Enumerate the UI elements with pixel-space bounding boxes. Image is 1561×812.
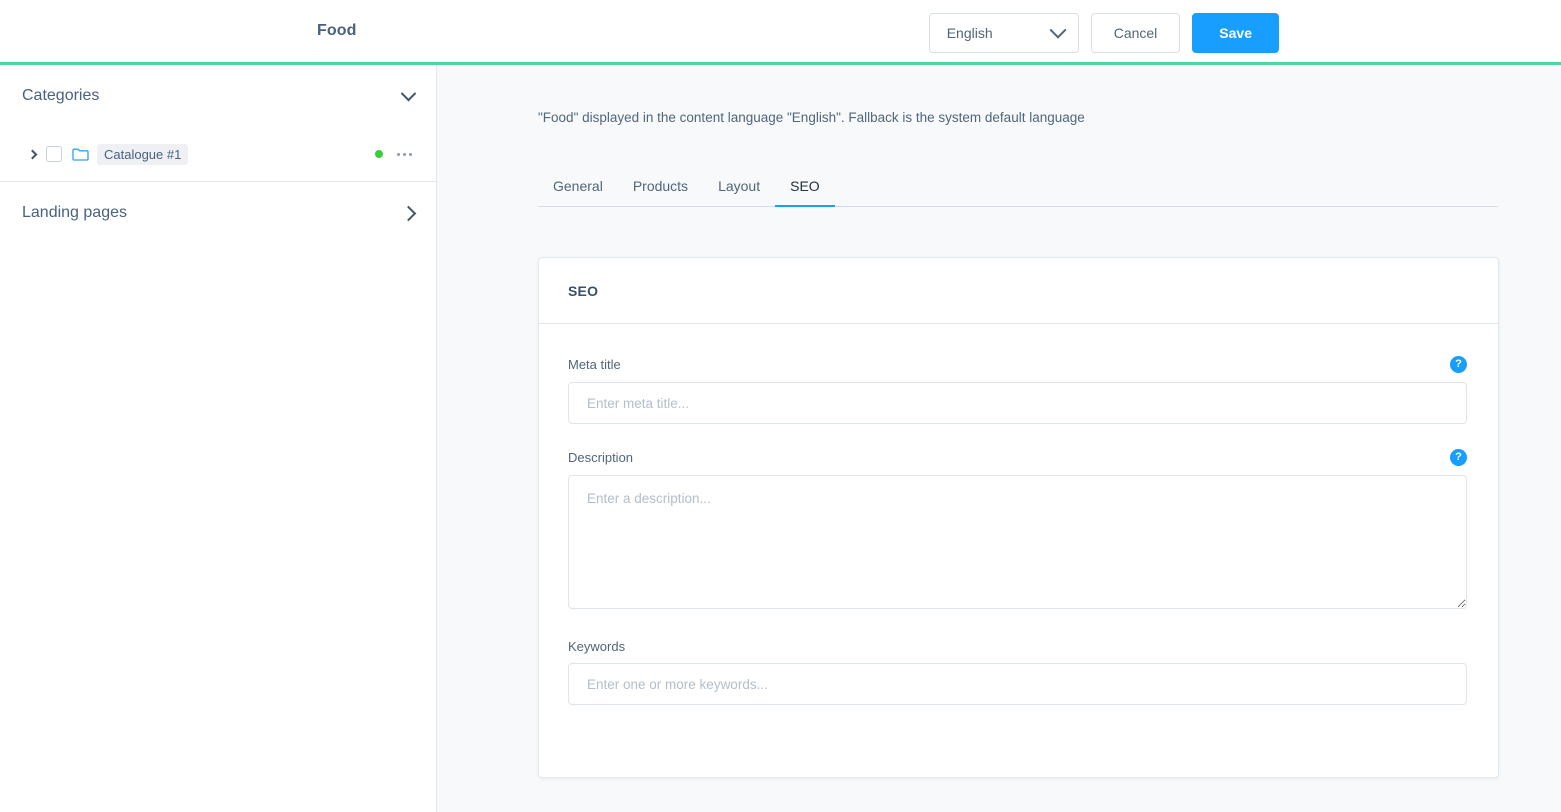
tree-item-checkbox[interactable]: [46, 146, 62, 162]
seo-card-title: SEO: [539, 258, 1498, 324]
cancel-button[interactable]: Cancel: [1090, 13, 1181, 53]
tab-bar: General Products Layout SEO: [538, 167, 1498, 207]
chevron-down-icon[interactable]: [400, 85, 417, 101]
field-keywords: Keywords: [568, 639, 1467, 705]
sidebar-section-categories[interactable]: Categories: [0, 65, 436, 127]
app-header: Food English Cancel Save: [0, 0, 1561, 65]
tab-layout[interactable]: Layout: [703, 178, 775, 207]
chevron-right-icon: [27, 149, 37, 159]
folder-icon: [72, 147, 89, 161]
field-description-label: Description: [568, 450, 634, 465]
tree-item-label: Catalogue #1: [97, 143, 189, 165]
sidebar-section-categories-label: Categories: [22, 87, 100, 104]
tab-products[interactable]: Products: [618, 178, 703, 207]
tree-expand-toggle[interactable]: [24, 149, 40, 159]
help-icon[interactable]: ?: [1450, 356, 1467, 373]
language-fallback-note: "Food" displayed in the content language…: [538, 110, 1085, 125]
field-keywords-label: Keywords: [568, 639, 626, 654]
field-description-head: Description ?: [568, 449, 1467, 466]
language-select-value: English: [946, 25, 993, 41]
field-meta-title-head: Meta title ?: [568, 356, 1467, 373]
keywords-input[interactable]: [568, 663, 1467, 705]
field-meta-title: Meta title ?: [568, 356, 1467, 424]
tab-seo[interactable]: SEO: [775, 178, 835, 207]
description-textarea[interactable]: [568, 475, 1467, 609]
category-tree: Catalogue #1: [0, 127, 436, 181]
main-content: "Food" displayed in the content language…: [437, 65, 1561, 812]
field-keywords-head: Keywords: [568, 639, 1467, 654]
meta-title-input[interactable]: [568, 382, 1467, 424]
sidebar-section-landing-pages-label: Landing pages: [22, 204, 127, 221]
field-description: Description ?: [568, 449, 1467, 614]
page-title: Food: [317, 22, 357, 39]
sidebar: Categories Catalogue #1 Landing pages: [0, 65, 437, 812]
seo-card: SEO Meta title ? Description ? Keywords: [538, 257, 1499, 778]
header-actions: English Cancel Save: [928, 13, 1279, 53]
language-select[interactable]: English: [928, 13, 1079, 53]
help-icon[interactable]: ?: [1450, 449, 1467, 466]
seo-card-body: Meta title ? Description ? Keywords: [539, 324, 1498, 705]
chevron-right-icon[interactable]: [400, 205, 417, 221]
ellipsis-icon[interactable]: [395, 149, 414, 160]
field-meta-title-label: Meta title: [568, 357, 621, 372]
tree-item-catalogue-1[interactable]: Catalogue #1: [0, 137, 436, 171]
sidebar-section-landing-pages[interactable]: Landing pages: [0, 182, 436, 244]
status-badge: [375, 150, 383, 158]
chevron-down-icon: [1049, 21, 1067, 39]
save-button[interactable]: Save: [1192, 13, 1279, 53]
tab-general[interactable]: General: [538, 178, 618, 207]
